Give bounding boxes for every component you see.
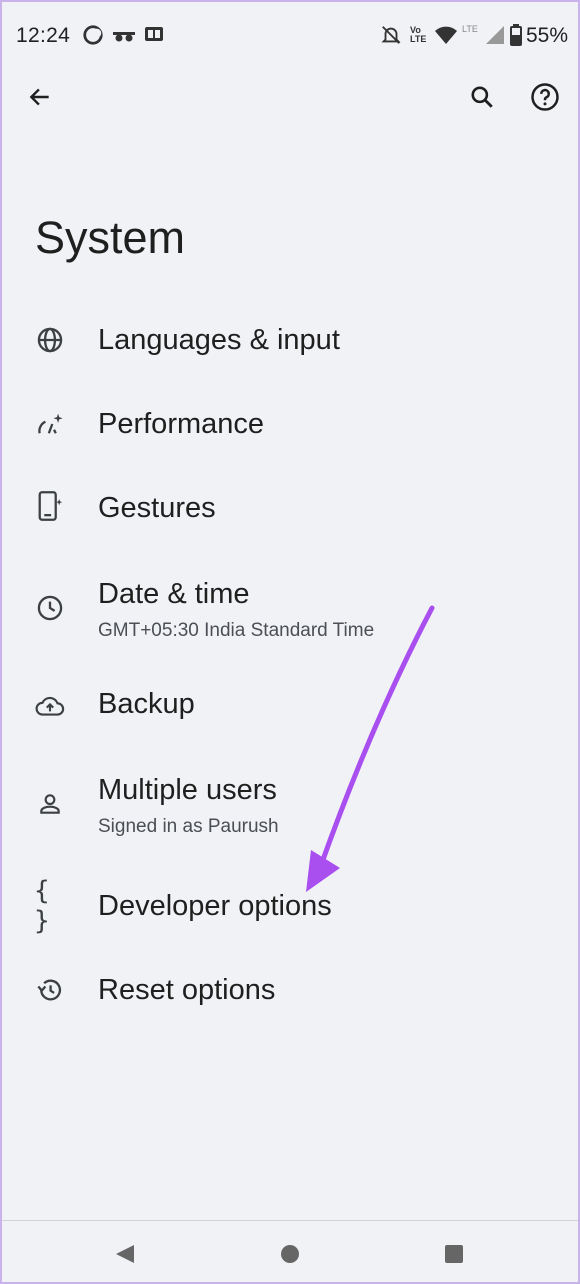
svg-text:LTE: LTE (462, 24, 478, 34)
battery-percent: 55% (525, 24, 568, 47)
setting-label: Languages & input (98, 324, 340, 356)
setting-label: Reset options (98, 974, 276, 1006)
navigation-bar (2, 1220, 578, 1282)
incognito-icon (112, 24, 136, 51)
ge-icon (144, 24, 164, 49)
nav-home-button[interactable] (275, 1239, 305, 1269)
person-icon (34, 788, 66, 820)
moon-icon (82, 24, 104, 51)
performance-icon (34, 408, 66, 440)
setting-developer-options[interactable]: { } Developer options (2, 868, 578, 952)
back-button[interactable] (20, 77, 60, 117)
help-button[interactable] (525, 77, 565, 117)
cloud-upload-icon (34, 690, 66, 722)
setting-backup[interactable]: Backup (2, 662, 578, 746)
wifi-icon (434, 24, 458, 51)
setting-date-time[interactable]: Date & time GMT+05:30 India Standard Tim… (2, 550, 578, 662)
back-triangle-icon (116, 1245, 134, 1263)
home-circle-icon (281, 1245, 299, 1263)
search-button[interactable] (462, 77, 502, 117)
status-time: 12:24 (16, 24, 71, 47)
status-bar: 12:24 Vo LTE LTE 55% (2, 2, 578, 72)
setting-label: Backup (98, 688, 195, 720)
history-icon (34, 974, 66, 1006)
search-icon (471, 86, 493, 108)
recents-square-icon (445, 1245, 463, 1263)
setting-performance[interactable]: Performance (2, 382, 578, 466)
help-icon (531, 83, 559, 111)
nav-recents-button[interactable] (439, 1239, 469, 1269)
setting-label: Multiple users (98, 774, 277, 806)
page-title: System (35, 212, 186, 263)
setting-label: Performance (98, 408, 265, 440)
braces-icon: { } (34, 876, 50, 936)
setting-languages-input[interactable]: Languages & input (2, 298, 578, 382)
volte-icon: Vo LTE (410, 25, 427, 44)
setting-sublabel: GMT+05:30 India Standard Time (98, 620, 375, 641)
setting-reset-options[interactable]: Reset options (2, 952, 578, 1036)
nav-back-button[interactable] (110, 1239, 140, 1269)
setting-sublabel: Signed in as Paurush (98, 816, 279, 837)
setting-gestures[interactable]: Gestures (2, 466, 578, 550)
setting-label: Date & time (98, 578, 250, 610)
globe-icon (34, 324, 66, 356)
top-app-bar (2, 72, 578, 128)
clock-icon (34, 592, 66, 624)
bell-off-icon (380, 24, 402, 51)
setting-multiple-users[interactable]: Multiple users Signed in as Paurush (2, 746, 578, 858)
setting-label: Gestures (98, 492, 216, 524)
setting-label: Developer options (98, 890, 332, 922)
gesture-phone-icon (34, 490, 66, 522)
battery-icon (510, 24, 522, 51)
screen: 12:24 Vo LTE LTE 55% System Languages & … (0, 0, 580, 1284)
lte-signal-icon: LTE (462, 22, 506, 53)
arrow-left-icon (29, 88, 49, 106)
